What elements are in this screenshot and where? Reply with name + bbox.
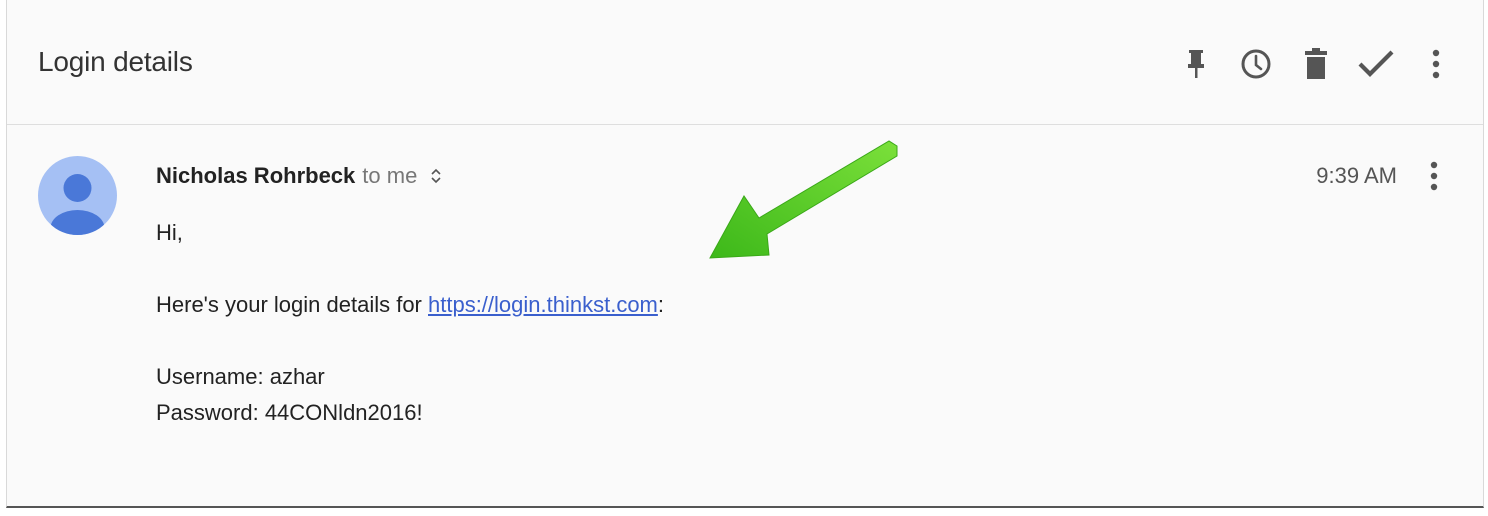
password-line: Password: 44CONldn2016! [156,400,423,425]
message-time: 9:39 AM [1316,163,1397,188]
username-line: Username: azhar [156,364,325,389]
login-details-line: Here's your login details for https://lo… [156,287,664,323]
annotation-arrow [709,140,898,259]
sender-name[interactable]: Nicholas Rohrbeck [156,163,355,189]
trash-icon [1305,48,1327,79]
thread-header: Login details [7,0,1483,125]
more-vert-icon [1432,49,1440,79]
delete-button[interactable] [1297,44,1335,84]
sender-line: Nicholas Rohrbeck to me [156,163,443,189]
thread-more-button[interactable] [1417,44,1455,84]
check-icon [1358,50,1394,77]
more-vert-icon [1430,161,1438,191]
login-link[interactable]: https://login.thinkst.com [428,292,658,317]
thread-toolbar [1177,44,1455,84]
clock-icon [1241,49,1271,79]
avatar[interactable] [38,156,117,235]
email-view: Login details Nicholas Rohrbeck to me 9:… [6,0,1484,508]
pin-icon [1188,50,1204,78]
greeting: Hi, [156,220,183,245]
login-details-prefix: Here's your login details for [156,292,428,317]
message-more-button[interactable] [1415,157,1453,195]
mark-done-button[interactable] [1357,44,1395,84]
pin-button[interactable] [1177,44,1215,84]
person-icon [50,174,105,235]
recipient-label: to me [362,163,418,188]
show-details-button[interactable] [429,167,443,185]
email-subject: Login details [38,46,193,77]
message-body: Hi, Here's your login details for https:… [156,215,664,431]
login-details-suffix: : [657,292,665,317]
snooze-button[interactable] [1237,44,1275,84]
unfold-icon [431,168,441,184]
